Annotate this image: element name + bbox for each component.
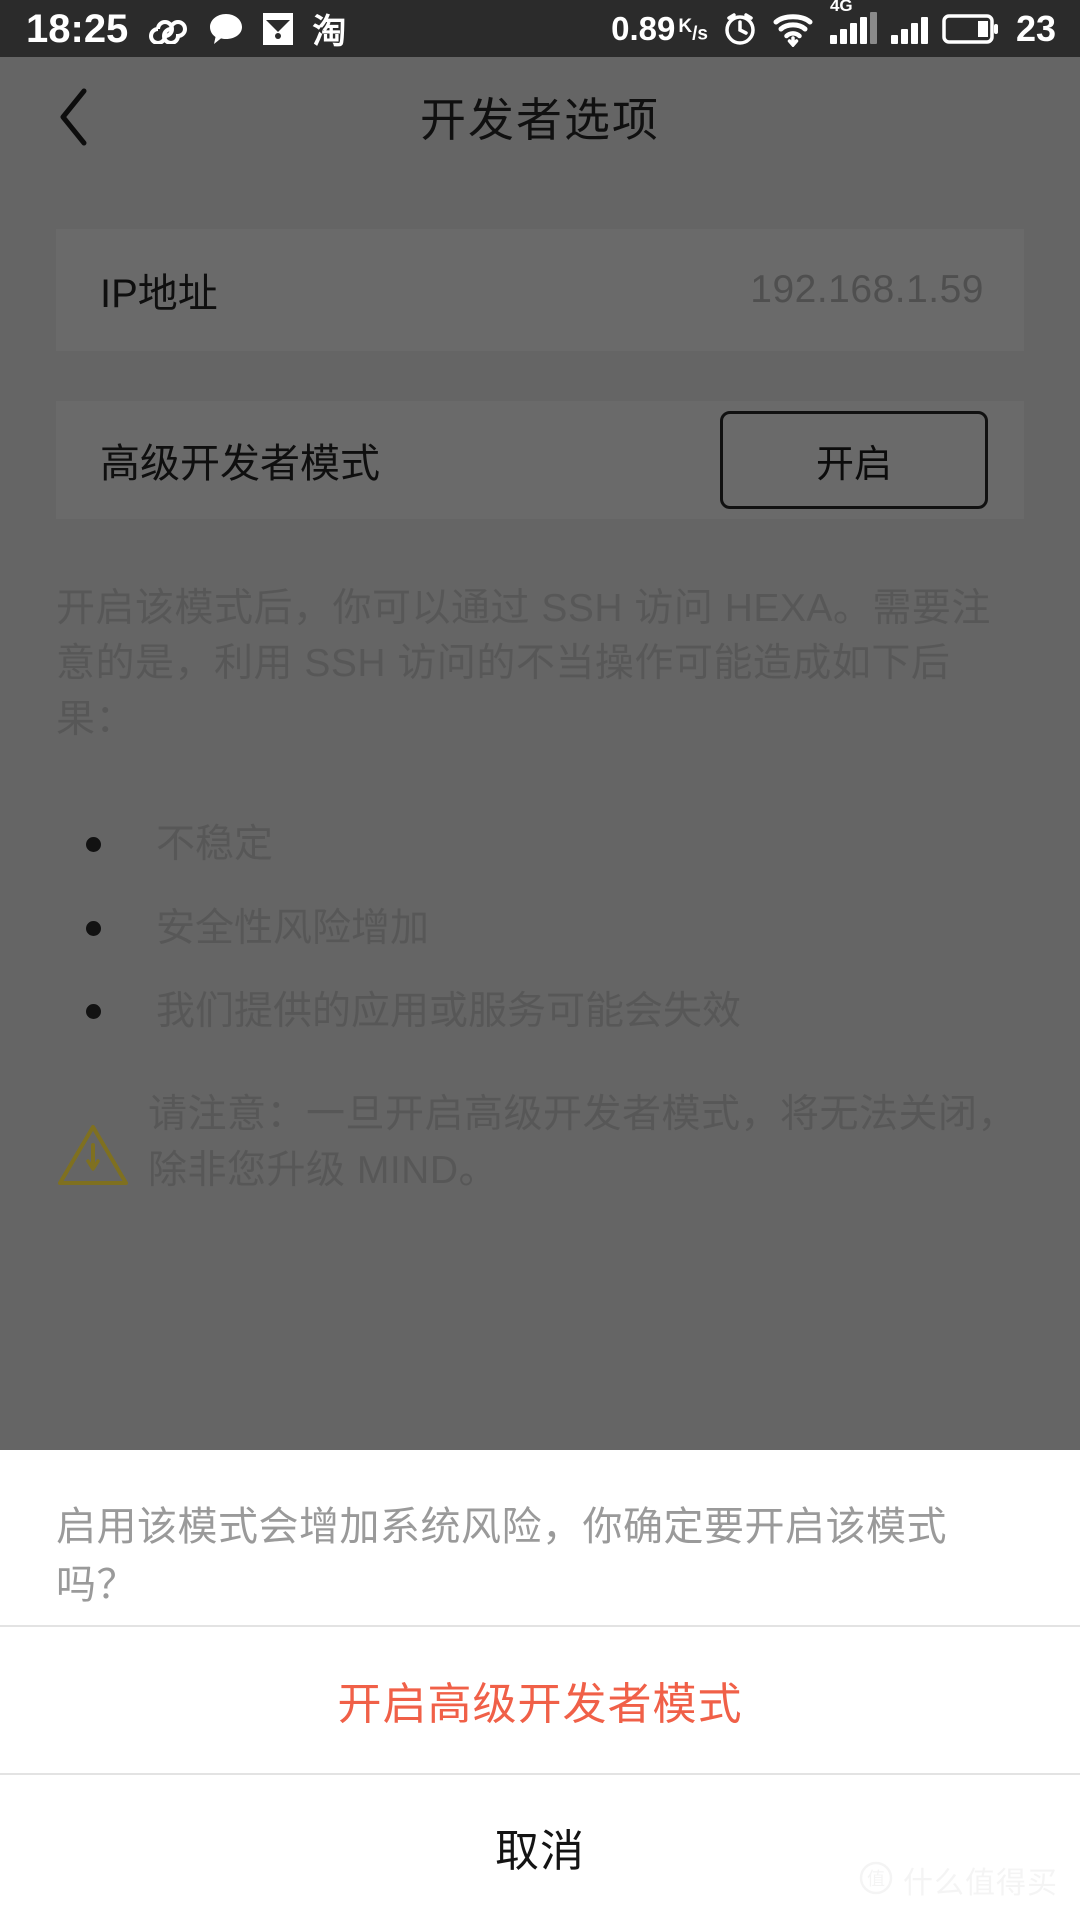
watermark-logo-icon: 值	[859, 1861, 893, 1900]
list-item: 安全性风险增加	[70, 901, 1024, 956]
consequences-list: 不稳定 安全性风险增加 我们提供的应用或服务可能会失效	[70, 817, 1024, 1039]
infinity-icon	[146, 14, 190, 44]
ip-address-row[interactable]: IP地址 192.168.1.59	[56, 229, 1024, 351]
ip-address-value: 192.168.1.59	[750, 268, 984, 311]
status-bar-right: 0.89 K/s 4G 23	[611, 0, 1056, 50]
status-bar-clock: 18:25	[26, 6, 129, 51]
page-title: 开发者选项	[420, 94, 660, 146]
chat-bubble-icon	[208, 12, 244, 46]
battery-icon	[942, 12, 1000, 46]
watermark: 值 什么值得买	[859, 1858, 1058, 1902]
alarm-clock-icon	[722, 11, 758, 47]
enable-button[interactable]: 开启	[720, 411, 988, 509]
signal-4g-bars	[829, 11, 877, 44]
taobao-icon: 淘	[312, 13, 347, 51]
wifi-download-icon	[772, 11, 816, 47]
confirm-bottom-sheet: 启用该模式会增加系统风险，你确定要开启该模式吗？ 开启高级开发者模式 取消	[0, 1450, 1080, 1920]
status-bar: 18:25 淘 0.89 K/s 4G 23	[0, 0, 1080, 57]
chevron-left-icon[interactable]	[44, 87, 104, 147]
list-item: 我们提供的应用或服务可能会失效	[70, 984, 1024, 1039]
warning-note: 请注意：一旦开启高级开发者模式，将无法关闭，除非您升级 MIND。	[56, 1087, 1024, 1198]
app-title-bar: 开发者选项	[0, 57, 1080, 177]
signal-bars	[890, 14, 928, 44]
image-icon	[262, 12, 294, 46]
svg-text:值: 值	[867, 1869, 885, 1889]
advanced-developer-mode-label: 高级开发者模式	[100, 442, 380, 486]
advanced-developer-mode-row: 高级开发者模式 开启	[56, 401, 1024, 519]
network-speed-indicator: 0.89 K/s	[611, 10, 708, 48]
signal-4g-label: 4G	[829, 0, 853, 15]
network-speed-value: 0.89	[611, 9, 676, 47]
dialog-message: 启用该模式会增加系统风险，你确定要开启该模式吗？	[56, 1505, 947, 1607]
signal-icon	[890, 14, 928, 44]
network-speed-unit: K/s	[678, 16, 708, 45]
list-item: 不稳定	[70, 817, 1024, 872]
settings-content: IP地址 192.168.1.59 高级开发者模式 开启 开启该模式后，你可以通…	[0, 229, 1080, 1198]
watermark-text: 什么值得买	[903, 1867, 1058, 1900]
ip-address-label: IP地址	[100, 272, 218, 316]
battery-percent-label: 23	[1015, 7, 1056, 49]
status-bar-left: 18:25 淘	[26, 4, 346, 53]
confirm-enable-advanced-developer-mode-button[interactable]: 开启高级开发者模式	[0, 1627, 1080, 1772]
signal-4g-icon: 4G	[829, 0, 877, 44]
warning-note-text: 请注意：一旦开启高级开发者模式，将无法关闭，除非您升级 MIND。	[148, 1093, 1018, 1192]
description-text: 开启该模式后，你可以通过 SSH 访问 HEXA。需要注意的是，利用 SSH 访…	[56, 587, 991, 741]
developer-options-screen: 开发者选项 IP地址 192.168.1.59 高级开发者模式 开启 开启该模式…	[0, 57, 1080, 1450]
warning-triangle-icon	[56, 1087, 148, 1194]
